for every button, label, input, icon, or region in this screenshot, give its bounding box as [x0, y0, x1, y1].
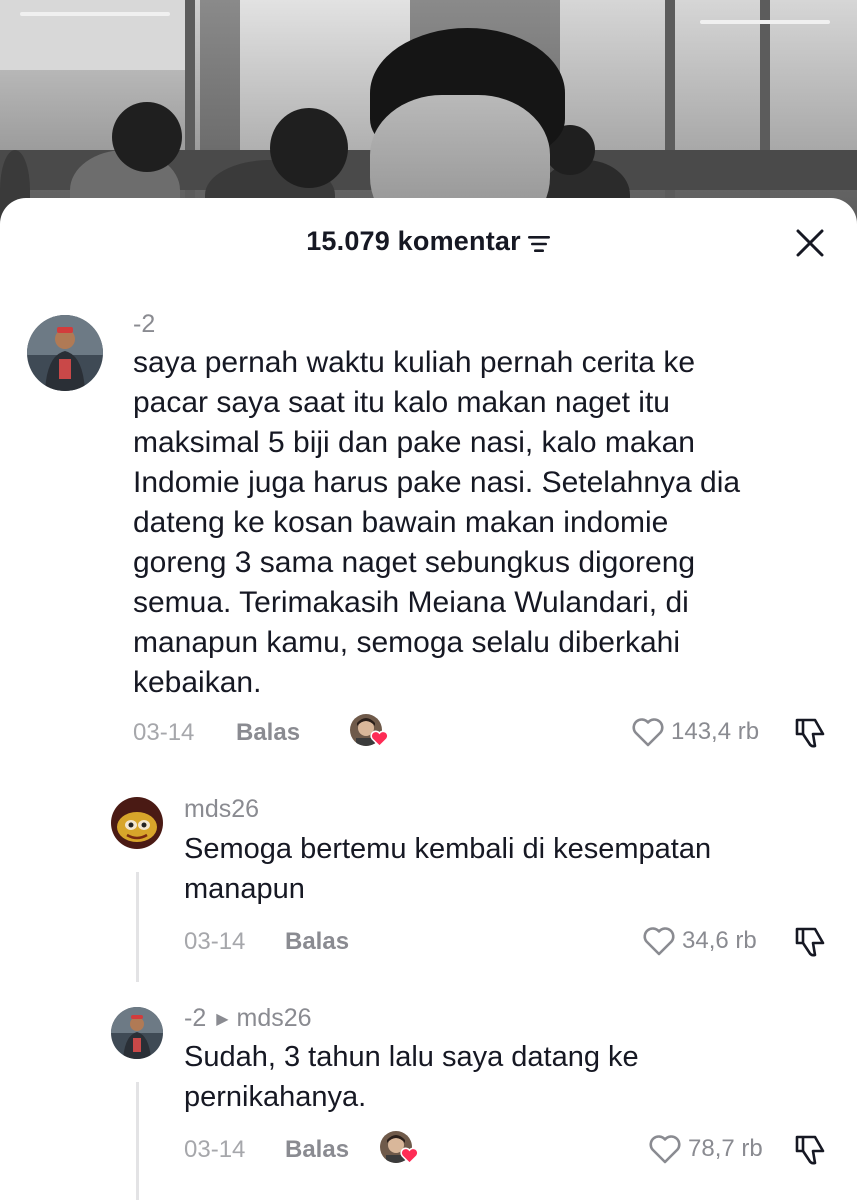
reply-date: 03-14	[184, 928, 246, 955]
comments-header: 15.079 komentar	[0, 198, 857, 290]
comment-username[interactable]: -2	[133, 310, 155, 339]
reply-text-line: pernikahanya.	[184, 1081, 367, 1113]
heart-outline-icon	[632, 718, 664, 747]
reply-to-username[interactable]: mds26	[237, 1004, 312, 1032]
thread-line	[136, 1082, 139, 1200]
reply-username[interactable]: -2	[184, 1004, 206, 1032]
background-lights	[700, 20, 830, 24]
comment-count-label: 15.079 komentar	[306, 226, 521, 256]
close-icon[interactable]	[793, 226, 827, 260]
liked-by-creator-badge	[350, 714, 390, 748]
filter-icon[interactable]	[527, 234, 551, 254]
reply-text: Semoga bertemu kembali di kesempatan man…	[184, 829, 711, 909]
comment-count-title[interactable]: 15.079 komentar	[0, 226, 857, 257]
avatar[interactable]	[27, 315, 103, 391]
background-person-head	[270, 108, 348, 188]
comment-text-line: semua. Terimakasih Meiana Wulandari, di	[133, 586, 689, 619]
background-person-head	[112, 102, 182, 172]
comment-text-line: Indomie juga harus pake nasi. Setelahnya…	[133, 466, 741, 499]
thumbs-down-icon[interactable]	[793, 716, 829, 750]
like-button[interactable]: 34,6 rb	[642, 925, 757, 957]
comment-text-line: pacar saya saat itu kalo makan naget itu	[133, 386, 670, 419]
comment-text-line: goreng 3 sama naget sebungkus digoreng	[133, 546, 696, 579]
like-count: 34,6 rb	[682, 927, 757, 954]
reply-text: Sudah, 3 tahun lalu saya datang ke perni…	[184, 1037, 639, 1117]
reply-username-line: -2 ▶ mds26	[184, 1004, 312, 1033]
heart-filled-icon	[370, 730, 389, 747]
heart-outline-icon	[649, 1135, 681, 1164]
comment-text-line: manapun kamu, semoga selalu diberkahi	[133, 626, 680, 659]
liked-by-creator-badge	[380, 1131, 420, 1165]
avatar[interactable]	[111, 1007, 163, 1059]
comments-sheet: 15.079 komentar -2 saya pernah waktu kul…	[0, 198, 857, 1200]
heart-outline-icon	[643, 927, 675, 956]
avatar[interactable]	[111, 797, 163, 849]
like-count: 78,7 rb	[688, 1135, 763, 1162]
reply-text-line: manapun	[184, 873, 305, 905]
video-background	[0, 0, 857, 230]
thread-line	[136, 872, 139, 982]
comment-text-line: kebaikan.	[133, 666, 262, 699]
reply-button[interactable]: Balas	[285, 1136, 349, 1164]
background-lights	[20, 12, 170, 16]
comment-text: saya pernah waktu kuliah pernah cerita k…	[133, 343, 740, 703]
comment-text-line: saya pernah waktu kuliah pernah cerita k…	[133, 346, 696, 379]
reply-username[interactable]: mds26	[184, 795, 259, 824]
reply-button[interactable]: Balas	[285, 928, 349, 956]
thumbs-down-icon[interactable]	[793, 1133, 829, 1167]
reply-text-line: Semoga bertemu kembali di kesempatan	[184, 833, 712, 865]
comment-date: 03-14	[133, 719, 195, 746]
thumbs-down-icon[interactable]	[793, 925, 829, 959]
like-button[interactable]: 143,4 rb	[631, 716, 759, 748]
comment-text-line: dateng ke kosan bawain makan indomie	[133, 506, 669, 539]
background-sign	[0, 0, 190, 70]
like-button[interactable]: 78,7 rb	[648, 1133, 763, 1165]
comment-text-line: maksimal 5 biji dan pake nasi, kalo maka…	[133, 426, 695, 459]
reply-button[interactable]: Balas	[236, 719, 300, 747]
reply-date: 03-14	[184, 1136, 246, 1163]
reply-text-line: Sudah, 3 tahun lalu saya datang ke	[184, 1041, 639, 1073]
reply-to-arrow-icon: ▶	[216, 1011, 229, 1028]
heart-filled-icon	[400, 1147, 419, 1164]
like-count: 143,4 rb	[671, 718, 760, 745]
